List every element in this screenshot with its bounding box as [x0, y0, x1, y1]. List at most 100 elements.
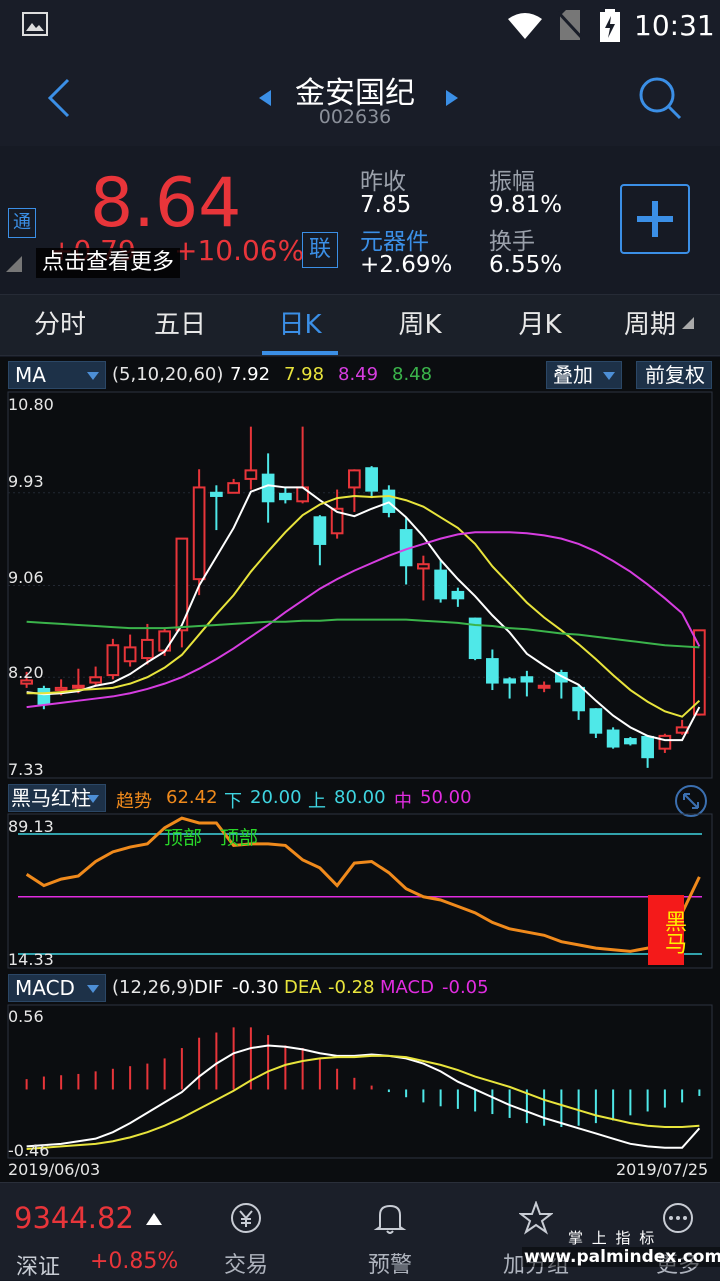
tab-weekly-k[interactable]: 周K [365, 295, 475, 355]
candle-body [537, 684, 551, 689]
chart-area[interactable]: MA (5,10,20,60) 7.92 7.98 8.49 8.48 叠加 前… [0, 357, 720, 1182]
current-price: 8.64 [90, 164, 242, 243]
stat-value-sector: +2.69% [360, 252, 453, 278]
dark-horse-badge: 黑马 [648, 895, 686, 965]
add-watchlist-button[interactable] [620, 184, 690, 254]
ytick-3: 8.20 [8, 663, 44, 682]
nav-bar: 金安国纪 002636 [0, 50, 720, 146]
candle-body [365, 467, 378, 492]
candle-body [624, 738, 637, 745]
tab-active-indicator [262, 351, 338, 355]
more-tooltip[interactable]: 点击查看更多 [36, 248, 181, 278]
candle-body [520, 676, 534, 683]
tab-monthly-k[interactable]: 月K [485, 295, 595, 355]
ytick-4: 7.33 [8, 760, 44, 779]
macd-axis-min: -0.46 [8, 1141, 50, 1160]
candle-body [54, 686, 68, 692]
tab-five-day[interactable]: 五日 [125, 295, 235, 355]
candle-body [451, 590, 465, 600]
date-start: 2019/06/03 [8, 1160, 101, 1179]
candle-body [348, 469, 361, 489]
alert-button[interactable]: 预警 [340, 1183, 440, 1279]
candle-body [192, 486, 206, 581]
candle-body [141, 638, 154, 660]
tab-period-corner-icon [682, 317, 694, 329]
candle-body [572, 686, 585, 712]
index-name: 深证 [16, 1255, 61, 1280]
macd-line-dif [26, 1044, 701, 1149]
stat-value-prev-close: 7.85 [360, 192, 412, 218]
index-value[interactable]: 9344.82 [14, 1201, 134, 1235]
candle-body [503, 678, 516, 684]
candle-body [486, 658, 499, 684]
image-notification-icon [22, 12, 48, 36]
bell-icon [373, 1204, 407, 1234]
candle-body [434, 569, 447, 600]
tab-intraday[interactable]: 分时 [5, 295, 115, 355]
ma-line-ma5 [26, 484, 701, 742]
candle-body [589, 708, 603, 734]
lian-badge[interactable]: 联 [302, 232, 338, 268]
candle-body [210, 491, 223, 497]
stat-label-prev-close: 昨收 [360, 169, 406, 195]
stat-value-amplitude: 9.81% [489, 192, 563, 218]
macd-axis-max: 0.56 [8, 1007, 44, 1026]
stat-value-turnover: 6.55% [489, 252, 563, 278]
trade-button[interactable]: 交易 [196, 1183, 296, 1279]
candle-body [606, 729, 620, 748]
stat-label-amplitude: 振幅 [489, 169, 535, 195]
hm-axis-min: 14.33 [8, 950, 54, 969]
bottom-bar: 9344.82 深证 +0.85% 交易 预警 加分组 更多 掌 上 指 标 w… [0, 1182, 720, 1280]
hm-trend-line [25, 816, 701, 953]
trade-label: 交易 [223, 1253, 268, 1278]
ytick-0: 10.80 [8, 395, 54, 414]
ytick-1: 9.93 [8, 472, 44, 491]
stat-label-sector[interactable]: 元器件 [360, 222, 429, 256]
top-marker-2: 顶部 [220, 827, 259, 849]
date-end: 2019/07/25 [616, 1160, 709, 1179]
candle-body [279, 492, 292, 501]
back-icon[interactable] [44, 78, 74, 118]
candle-body [313, 516, 327, 545]
battery-charging-icon [600, 9, 620, 42]
price-change-pct: +10.06% [174, 234, 305, 267]
ma-line-ma10 [26, 494, 701, 718]
wifi-icon [508, 13, 542, 39]
candle-body [261, 473, 275, 503]
watermark-top: 掌 上 指 标 [568, 1229, 657, 1247]
more-icon [663, 1203, 693, 1233]
status-time: 10:31 [634, 9, 715, 42]
stat-label-turnover: 换手 [489, 229, 535, 255]
candle-body [89, 676, 102, 684]
candle-body [123, 646, 137, 663]
candle-body [37, 687, 51, 705]
star-icon [518, 1200, 554, 1235]
next-stock-icon[interactable] [444, 90, 458, 106]
corner-triangle-icon [6, 256, 22, 272]
tab-daily-k[interactable]: 日K [245, 295, 355, 355]
candle-body [641, 735, 654, 759]
quote-panel[interactable]: 8.64 通 +0.79 +10.06% 联 点击查看更多 昨收 7.85 振幅… [0, 146, 720, 294]
candle-body [658, 734, 672, 750]
index-change: +0.85% [90, 1249, 179, 1274]
hm-frame [7, 813, 713, 969]
search-icon[interactable] [638, 76, 682, 120]
up-arrow-icon [146, 1213, 162, 1225]
candle-body [417, 563, 430, 570]
charts-svg[interactable] [0, 357, 720, 1182]
plus-icon [637, 201, 673, 237]
candle-body [244, 469, 258, 480]
candle-body [72, 684, 85, 689]
top-marker-1: 顶部 [164, 827, 203, 849]
no-sim-icon [558, 10, 582, 40]
prev-stock-icon[interactable] [259, 90, 273, 106]
kline-frame [7, 391, 713, 779]
period-tabs: 分时 五日 日K 周K 月K 周期 [0, 294, 720, 356]
tong-badge[interactable]: 通 [8, 208, 36, 238]
trade-icon [231, 1203, 261, 1233]
status-bar: 10:31 [0, 0, 720, 50]
alert-label: 预警 [367, 1253, 412, 1278]
hm-axis-max: 89.13 [8, 817, 54, 836]
watermark-url: www.palmindex.com [522, 1247, 720, 1267]
candle-body [227, 482, 240, 494]
